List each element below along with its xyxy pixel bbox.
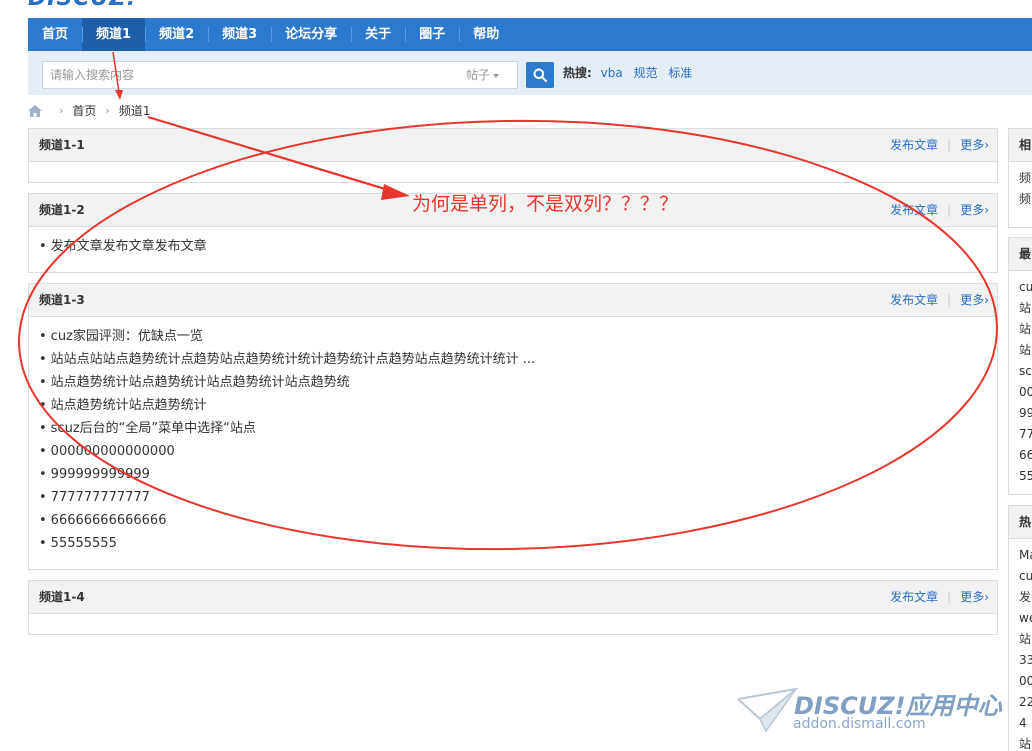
hot-word-link[interactable]: 规范 — [634, 66, 658, 80]
more-link[interactable]: 更多› — [960, 138, 989, 152]
nav-item-channel2[interactable]: 频道2 — [145, 18, 208, 51]
divider: | — [947, 138, 952, 152]
sidebar-item[interactable]: 66 — [1019, 445, 1032, 466]
list-item[interactable]: 55555555 — [39, 532, 987, 555]
sidebar-item[interactable]: 55 — [1019, 466, 1032, 487]
nav-item-home[interactable]: 首页 — [28, 18, 82, 51]
hot-search: 热搜: vba 规范 标准 — [563, 51, 699, 95]
sidebar-item[interactable]: Ma — [1019, 545, 1032, 566]
sidebar-item[interactable]: 频 — [1019, 189, 1032, 210]
panel-title: 频道1-3 — [39, 293, 85, 307]
nav-item-help[interactable]: 帮助 — [459, 18, 513, 51]
breadcrumb: › 首页 › 频道1 — [28, 101, 150, 121]
search-icon — [533, 68, 547, 82]
list-item[interactable]: 000000000000000 — [39, 440, 987, 463]
hot-search-label: 热搜: — [563, 66, 592, 80]
list-item[interactable]: 站站点站站点趋势统计点趋势站点趋势统计统计趋势统计点趋势站点趋势统计统计 ... — [39, 348, 987, 371]
list-item[interactable]: 发布文章发布文章发布文章 — [39, 235, 987, 258]
chevron-down-icon — [493, 73, 500, 78]
panel-title: 频道1-4 — [39, 590, 85, 604]
channel-panel-1-3: 频道1-3 发布文章 | 更多› cuz家园评测：优缺点一览 站站点站站点趋势统计点… — [28, 283, 998, 570]
sidebar-item[interactable]: 站 — [1019, 319, 1032, 340]
watermark: DISCUZ!应用中心 addon.dismall.com — [738, 685, 1028, 745]
divider: | — [947, 203, 952, 217]
panel-title: 频道1-1 — [39, 138, 85, 152]
post-article-link[interactable]: 发布文章 — [890, 293, 938, 307]
sidebar-panel-latest: 最 cu 站 站 站 sc 00 99 77 66 55 — [1008, 237, 1032, 495]
sidebar-item[interactable]: cu — [1019, 566, 1032, 587]
list-item[interactable]: 站点趋势统计站点趋势统计 — [39, 394, 987, 417]
divider: | — [947, 293, 952, 307]
sidebar-item[interactable]: 33 — [1019, 650, 1032, 671]
watermark-url: addon.dismall.com — [793, 716, 926, 732]
channel-panel-1-4: 频道1-4 发布文章 | 更多› — [28, 580, 998, 635]
divider: | — [947, 590, 952, 604]
nav-item-channel3[interactable]: 频道3 — [208, 18, 271, 51]
breadcrumb-separator: › — [59, 104, 64, 117]
list-item[interactable]: 999999999999 — [39, 463, 987, 486]
sidebar-item[interactable]: 站 — [1019, 298, 1032, 319]
nav-item-channel1[interactable]: 频道1 — [82, 18, 146, 51]
breadcrumb-separator: › — [105, 104, 110, 117]
sidebar-item[interactable]: 99 — [1019, 403, 1032, 424]
sidebar-item[interactable]: 频 — [1019, 168, 1032, 189]
sidebar-item[interactable]: cu — [1019, 277, 1032, 298]
more-link[interactable]: 更多› — [960, 293, 989, 307]
paper-plane-icon — [738, 687, 798, 733]
search-bar: 帖子 热搜: vba 规范 标准 — [28, 51, 1032, 95]
hot-word-link[interactable]: vba — [601, 66, 623, 80]
main-nav: 首页 频道1 频道2 频道3 论坛分享 关于 圈子 帮助 — [28, 18, 1032, 51]
breadcrumb-item-home[interactable]: 首页 — [72, 101, 96, 121]
sidebar-item[interactable]: we — [1019, 608, 1032, 629]
channel-panel-1-1: 频道1-1 发布文章 | 更多› — [28, 128, 998, 183]
list-item[interactable]: 777777777777 — [39, 486, 987, 509]
sidebar-item[interactable]: 77 — [1019, 424, 1032, 445]
more-link[interactable]: 更多› — [960, 590, 989, 604]
sidebar-item[interactable]: 站 — [1019, 629, 1032, 650]
search-type-label: 帖子 — [466, 68, 491, 82]
home-icon[interactable] — [28, 105, 42, 117]
search-type-select[interactable]: 帖子 — [456, 61, 518, 89]
post-article-link[interactable]: 发布文章 — [890, 203, 938, 217]
sidebar-item[interactable]: 发 — [1019, 587, 1032, 608]
nav-item-about[interactable]: 关于 — [351, 18, 405, 51]
sidebar-title: 相 — [1009, 129, 1032, 162]
list-item[interactable]: 66666666666666 — [39, 509, 987, 532]
sidebar-panel-related: 相 频 频 — [1008, 128, 1032, 228]
post-article-link[interactable]: 发布文章 — [890, 138, 938, 152]
site-logo[interactable]: DISCUZ! — [28, 0, 168, 8]
post-article-link[interactable]: 发布文章 — [890, 590, 938, 604]
sidebar-title: 最 — [1009, 238, 1032, 271]
sidebar-item[interactable]: sc — [1019, 361, 1032, 382]
list-item[interactable]: cuz家园评测：优缺点一览 — [39, 325, 987, 348]
panel-title: 频道1-2 — [39, 203, 85, 217]
sidebar-item[interactable]: 00 — [1019, 382, 1032, 403]
hot-word-link[interactable]: 标准 — [668, 66, 692, 80]
list-item[interactable]: scuz后台的“全局”菜单中选择“站点 — [39, 417, 987, 440]
search-input[interactable] — [42, 61, 457, 89]
nav-item-forum-share[interactable]: 论坛分享 — [271, 18, 351, 51]
list-item[interactable]: 站点趋势统计站点趋势统计站点趋势统计站点趋势统 — [39, 371, 987, 394]
annotation-text: 为何是单列，不是双列？？？？ — [412, 193, 679, 215]
breadcrumb-item-current: 频道1 — [118, 104, 151, 118]
sidebar-item[interactable]: 站 — [1019, 340, 1032, 361]
sidebar-title: 热 — [1009, 506, 1032, 539]
more-link[interactable]: 更多› — [960, 203, 989, 217]
nav-item-circle[interactable]: 圈子 — [405, 18, 459, 51]
search-button[interactable] — [526, 62, 554, 88]
